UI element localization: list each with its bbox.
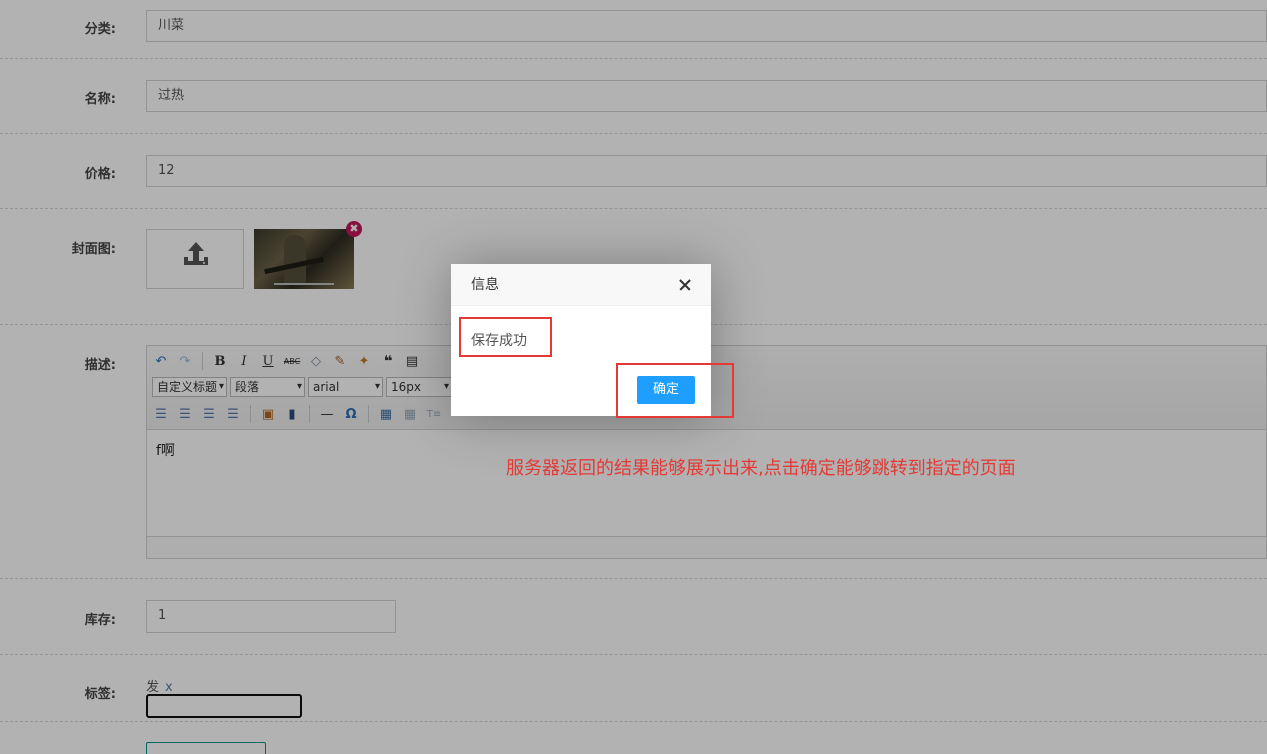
highlight-confirm-box [616, 363, 734, 418]
close-icon[interactable] [675, 275, 695, 295]
annotation-text: 服务器返回的结果能够展示出来,点击确定能够跳转到指定的页面 [506, 458, 1016, 479]
highlight-message-box [459, 317, 552, 357]
dialog-title: 信息 [451, 264, 711, 306]
